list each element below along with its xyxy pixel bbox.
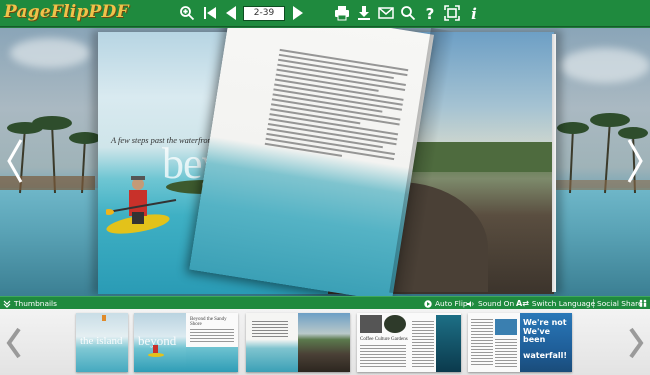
thumbnail-page [468, 313, 520, 372]
social-share-button[interactable]: Social Share [597, 299, 643, 308]
thumbnail-title: Beyond the Sandy Shore [190, 317, 227, 327]
thumbnail-spread-1[interactable]: the island [76, 313, 128, 372]
play-icon [424, 299, 432, 308]
sound-label: Sound On [478, 299, 515, 308]
cloud [10, 38, 90, 68]
thumbnails-toggle[interactable]: Thumbnails [3, 299, 57, 308]
auto-flip-button[interactable]: Auto Flip [424, 299, 468, 308]
top-toolbar: PageFlipPDF 2-39 ? i [0, 0, 650, 27]
social-share-label: Social Share [597, 299, 643, 308]
previous-page-arrow[interactable] [5, 136, 25, 186]
thumbnail-page [246, 313, 298, 372]
speaker-icon [467, 300, 474, 307]
language-icon: A⇄ [516, 299, 529, 308]
thumbnail-page [409, 313, 461, 372]
first-page-icon[interactable] [201, 4, 219, 22]
thumbnail-title: We've been [523, 327, 551, 344]
thumbnail-page: We're not We've been waterfall! [520, 313, 572, 372]
thumbnails-label: Thumbnails [14, 299, 57, 308]
kayaker-illustration [106, 176, 177, 234]
fullscreen-icon[interactable] [443, 4, 461, 22]
svg-text:?: ? [426, 5, 435, 21]
previous-page-icon[interactable] [222, 4, 240, 22]
thumbnail-title: Coffee Culture Gardens [360, 337, 408, 342]
thumbnail-page: beyond [134, 313, 186, 372]
next-page-icon[interactable] [289, 4, 307, 22]
thumbs-next-arrow[interactable] [626, 326, 646, 360]
page-text-block [264, 48, 409, 168]
thumbnail-spread-2[interactable]: beyond Beyond the Sandy Shore [134, 313, 238, 372]
thumbs-prev-arrow[interactable] [4, 326, 24, 360]
search-icon[interactable] [399, 4, 417, 22]
bottom-bar: Thumbnails Auto Flip Sound On A⇄ Switch … [0, 296, 650, 309]
thumbnail-title: the island [80, 335, 123, 347]
thumbnail-page: the island [76, 313, 128, 372]
download-icon[interactable] [355, 4, 373, 22]
page-edge [552, 34, 556, 292]
thumbnail-spread-4[interactable]: Coffee Culture Gardens [357, 313, 461, 372]
auto-flip-label: Auto Flip [435, 299, 468, 308]
thumbnail-page: Coffee Culture Gardens [357, 313, 409, 372]
help-icon[interactable]: ? [421, 4, 439, 22]
thumbnail-page [298, 313, 350, 372]
sound-toggle[interactable]: Sound On [467, 299, 514, 308]
email-icon[interactable] [377, 4, 395, 22]
page-number-input[interactable]: 2-39 [243, 6, 285, 21]
cloud [560, 48, 650, 83]
next-page-arrow[interactable] [625, 136, 645, 186]
thumbnail-spread-5[interactable]: We're not We've been waterfall! [468, 313, 572, 372]
share-people-icon[interactable] [639, 299, 647, 307]
zoom-in-icon[interactable] [178, 4, 196, 22]
print-icon[interactable] [333, 4, 351, 22]
thumbnail-strip: the island beyond Beyond the Sandy Shore… [0, 309, 650, 375]
switch-language-button[interactable]: A⇄ Switch Language [516, 299, 595, 308]
language-label: Switch Language [531, 299, 596, 308]
app-logo: PageFlipPDF [4, 2, 129, 22]
svg-text:i: i [471, 5, 477, 21]
thumbnail-spread-3[interactable] [246, 313, 350, 372]
info-icon[interactable]: i [465, 4, 483, 22]
book-stage: beyo A few steps past the waterfront and… [0, 28, 650, 296]
divider [593, 299, 594, 308]
thumbnail-title: waterfall! [523, 351, 567, 360]
thumbnail-title: We're not [523, 318, 567, 327]
chevron-down-icon [3, 300, 11, 308]
thumbnail-page: Beyond the Sandy Shore [186, 313, 238, 372]
